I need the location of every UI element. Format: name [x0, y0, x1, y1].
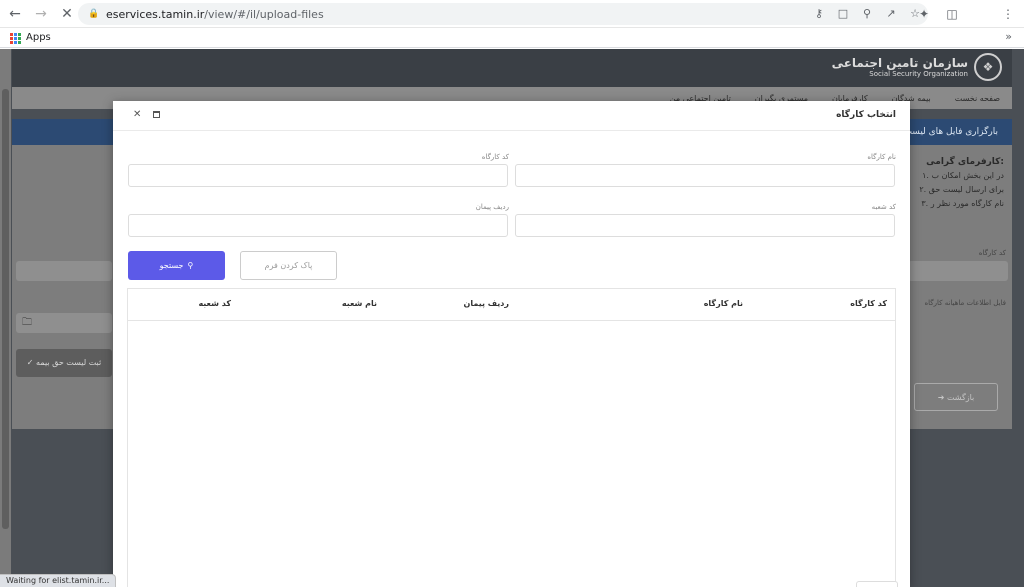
logo-english: Social Security Organization: [869, 70, 968, 78]
logo-emblem-icon: ❖: [974, 53, 1002, 81]
site-header: سازمان تامین اجتماعی Social Security Org…: [12, 49, 1012, 87]
workshops-table: کد کارگاه نام کارگاه ردیف پیمان نام شعبه…: [127, 288, 896, 587]
zoom-icon[interactable]: ⚲: [860, 6, 874, 20]
apps-grid-icon: [10, 32, 21, 44]
translate-icon[interactable]: □: [836, 6, 850, 20]
search-button[interactable]: جستجو ⚲: [128, 251, 225, 280]
close-icon[interactable]: ✕: [133, 109, 141, 120]
branch-code-label: کد شعبه: [871, 203, 896, 211]
bookmarks-bar: Apps »: [0, 28, 1024, 48]
modal-title: انتخاب کارگاه: [836, 110, 896, 120]
modal-header: انتخاب کارگاه ✕: [113, 101, 910, 131]
scroll-thumb[interactable]: [2, 89, 9, 529]
submit-list-label: ثبت لیست حق بیمه: [36, 358, 102, 367]
col-branch-name[interactable]: نام شعبه: [342, 299, 377, 308]
workshop-code-input[interactable]: [128, 164, 508, 187]
back-label: بازگشت: [946, 393, 975, 402]
nav-item-home[interactable]: صفحه نخست: [955, 94, 1000, 103]
address-bar[interactable]: 🔒 eservices.tamin.ir/view/#/il/upload-fi…: [78, 3, 928, 25]
clear-form-label: پاک کردن فرم: [264, 261, 313, 270]
notice-title: کارفرمای گرامی:: [926, 157, 1004, 167]
arrow-right-icon: ➜: [937, 393, 945, 402]
back-button[interactable]: ➜ بازگشت: [914, 383, 998, 411]
employer-notice: کارفرمای گرامی: ۱. در این بخش امکان ب ۲.…: [902, 155, 1012, 211]
logo: سازمان تامین اجتماعی Social Security Org…: [832, 53, 1002, 81]
workshop-code-input[interactable]: [908, 261, 1008, 281]
url-path: /view/#/il/upload-files: [204, 7, 324, 21]
apps-bookmark[interactable]: Apps: [10, 32, 51, 44]
logo-persian: سازمان تامین اجتماعی: [831, 56, 968, 70]
col-contract-row[interactable]: ردیف پیمان: [464, 299, 510, 308]
stop-loading-icon[interactable]: ✕: [56, 3, 78, 25]
table-header: کد کارگاه نام کارگاه ردیف پیمان نام شعبه…: [128, 289, 895, 321]
select-workshop-modal: انتخاب کارگاه ✕ نام کارگاه کد کارگاه کد …: [113, 101, 910, 587]
menu-dots-icon[interactable]: ⋮: [998, 3, 1018, 25]
col-branch-code[interactable]: کد شعبه: [198, 299, 231, 308]
search-label: جستجو: [159, 261, 184, 270]
workshop-field-left[interactable]: [16, 261, 112, 281]
url-host: eservices.tamin.ir: [106, 7, 205, 21]
page-footer-fragment: [856, 581, 898, 587]
maximize-icon[interactable]: [153, 111, 160, 118]
share-icon[interactable]: ↗: [884, 6, 898, 20]
notice-line: ۳. نام کارگاه مورد نظر ر: [921, 199, 1004, 208]
file-picker[interactable]: 🗀: [16, 313, 112, 333]
clear-form-button[interactable]: پاک کردن فرم: [240, 251, 337, 280]
search-icon: ⚲: [187, 261, 194, 270]
file-label: فایل اطلاعات ماهیانه کارگاه: [924, 299, 1007, 307]
key-icon[interactable]: ⚷: [812, 6, 826, 20]
workshop-name-label: نام کارگاه: [867, 153, 896, 161]
col-workshop-name[interactable]: نام کارگاه: [704, 299, 743, 308]
page-scrollbar[interactable]: [0, 49, 11, 587]
contract-row-input[interactable]: [128, 214, 508, 237]
workshop-code-label: کد کارگاه: [978, 249, 1006, 257]
workshop-name-input[interactable]: [515, 164, 895, 187]
submit-list-button[interactable]: ✓ ثبت لیست حق بیمه: [16, 349, 112, 377]
forward-arrow-icon[interactable]: →: [30, 3, 52, 25]
profile-icon[interactable]: [970, 3, 990, 25]
browser-status-bar: Waiting for elist.tamin.ir...: [0, 574, 117, 587]
contract-row-label: ردیف پیمان: [475, 203, 509, 211]
lock-icon: 🔒: [88, 9, 100, 19]
folder-icon: 🗀: [22, 317, 32, 328]
sidepanel-icon[interactable]: ◫: [942, 3, 962, 25]
notice-line: ۱. در این بخش امکان ب: [922, 171, 1004, 180]
bookmarks-overflow-icon[interactable]: »: [1005, 30, 1012, 43]
apps-label: Apps: [26, 32, 51, 43]
browser-toolbar: ← → ✕ 🔒 eservices.tamin.ir/view/#/il/upl…: [0, 0, 1024, 28]
submit-icon: ✓: [26, 358, 34, 367]
notice-line: ۲. برای ارسال لیست حق: [919, 185, 1004, 194]
col-workshop-code[interactable]: کد کارگاه: [850, 299, 887, 308]
back-arrow-icon[interactable]: ←: [4, 3, 26, 25]
branch-code-input[interactable]: [515, 214, 895, 237]
workshop-code-label: کد کارگاه: [481, 153, 509, 161]
extensions-icon[interactable]: ✦: [914, 3, 934, 25]
